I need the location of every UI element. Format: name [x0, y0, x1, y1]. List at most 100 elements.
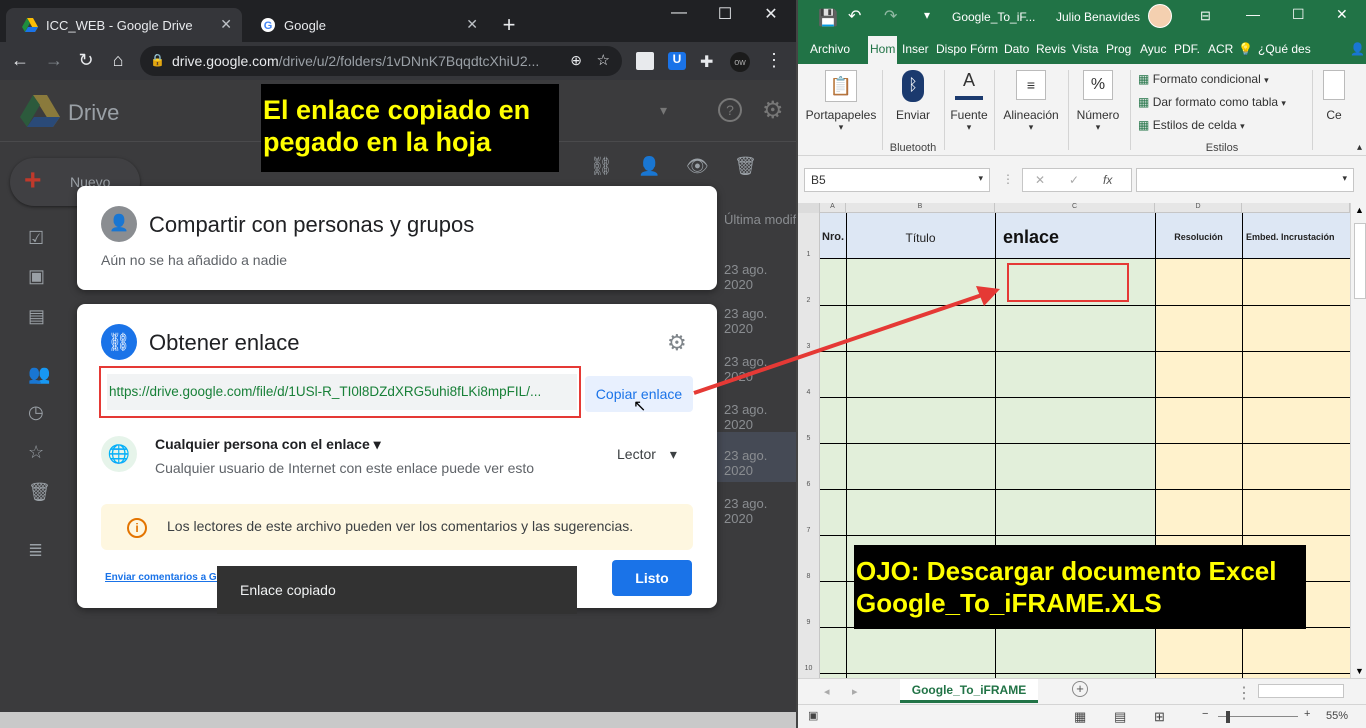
formula-input[interactable]: ▾ — [1136, 168, 1354, 192]
name-box[interactable]: B5 ▾ — [804, 168, 990, 192]
feedback-link[interactable]: Enviar comentarios a Go — [105, 572, 223, 583]
delete-icon[interactable]: 🗑 — [734, 156, 757, 177]
tab-insert[interactable]: Inser — [902, 42, 929, 56]
reader-icon[interactable] — [636, 52, 654, 70]
tab-formulas[interactable]: Fórm — [970, 42, 998, 56]
close-window-button[interactable]: ✕ — [1336, 6, 1348, 23]
row-header[interactable]: 5 — [798, 435, 820, 445]
page-layout-icon[interactable]: ▤ — [1114, 709, 1126, 725]
header-resolucion[interactable]: Resolución — [1155, 232, 1242, 242]
horizontal-scrollbar[interactable] — [0, 712, 796, 728]
bookmark-star-icon[interactable]: ☆ — [597, 51, 610, 69]
add-sheet-icon[interactable]: + — [1072, 681, 1088, 697]
tab-drive[interactable]: ICC_WEB - Google Drive ✕ — [6, 8, 242, 42]
conditional-format-button[interactable]: ▦ Formato condicional ▾ — [1138, 72, 1269, 86]
extensions-puzzle-icon[interactable]: ✚ — [700, 52, 718, 71]
maximize-button[interactable]: ☐ — [702, 4, 748, 24]
clipboard-group[interactable]: 📋 Portapapeles ▾ — [802, 64, 880, 156]
header-enlace[interactable]: enlace — [1003, 227, 1059, 248]
zoom-in-icon[interactable]: + — [1304, 708, 1310, 720]
reload-icon[interactable]: ↻ — [74, 50, 98, 71]
column-header-a[interactable]: A — [820, 203, 846, 213]
row-header[interactable]: 1 — [798, 251, 820, 261]
add-person-icon[interactable]: 👤 — [638, 156, 660, 177]
enter-icon[interactable]: ✓ — [1069, 173, 1079, 187]
close-tab-icon[interactable]: ✕ — [466, 16, 478, 33]
font-group[interactable]: A Fuente ▾ — [946, 64, 992, 156]
zoom-level[interactable]: 55% — [1326, 710, 1348, 722]
tab-layout[interactable]: Dispo — [936, 42, 967, 56]
role-dropdown[interactable]: Lector ▾ — [617, 446, 677, 463]
more-options-icon[interactable]: ⋮ — [1002, 172, 1014, 186]
horizontal-scrollbar[interactable] — [1258, 684, 1344, 698]
close-window-button[interactable]: ✕ — [748, 4, 794, 24]
priority-icon[interactable]: ☑ — [28, 228, 48, 248]
prev-sheet-icon[interactable]: ◂ — [824, 685, 830, 698]
column-header-d[interactable]: D — [1155, 203, 1242, 213]
column-header-c[interactable]: C — [995, 203, 1155, 213]
user-avatar[interactable] — [1148, 4, 1172, 28]
zoom-out-icon[interactable]: − — [1202, 708, 1208, 720]
tell-me-search[interactable]: ¿Qué des — [1258, 42, 1311, 56]
link-icon[interactable]: ⛓ — [590, 156, 613, 177]
page-break-icon[interactable]: ⊞ — [1154, 709, 1165, 725]
column-header-b[interactable]: B — [846, 203, 995, 213]
shared-icon[interactable]: 👥 — [28, 364, 50, 384]
tab-developer[interactable]: Prog — [1106, 42, 1131, 56]
scroll-down-icon[interactable]: ▼ — [1355, 666, 1364, 676]
cells-group[interactable]: Ce — [1314, 64, 1354, 156]
tab-view[interactable]: Vista — [1072, 42, 1098, 56]
recent-icon[interactable]: ◷ — [28, 402, 48, 422]
minimize-button[interactable]: — — [1246, 6, 1260, 22]
undo-icon[interactable]: ↶ — [848, 6, 861, 26]
tab-pdf[interactable]: PDF. — [1174, 42, 1200, 56]
vertical-scrollbar[interactable]: ▲ ▼ — [1350, 203, 1366, 678]
row-header[interactable]: 9 — [798, 619, 820, 629]
row-header[interactable]: 4 — [798, 389, 820, 399]
customize-qat-icon[interactable]: ▾ — [924, 8, 930, 22]
tab-data[interactable]: Dato — [1004, 42, 1029, 56]
more-options-icon[interactable]: ⋮ — [1236, 683, 1252, 703]
row-header[interactable]: 7 — [798, 527, 820, 537]
zoom-slider[interactable] — [1218, 716, 1298, 717]
tab-home[interactable]: Hom — [868, 36, 898, 64]
format-table-button[interactable]: ▦ Dar formato como tabla ▾ — [1138, 95, 1286, 109]
link-url-field[interactable]: https://drive.google.com/file/d/1USl-R_T… — [107, 374, 577, 410]
next-sheet-icon[interactable]: ▸ — [852, 685, 858, 698]
last-modified-header[interactable]: Última modifi — [724, 212, 796, 227]
select-all-corner[interactable] — [798, 203, 820, 213]
column-header-e[interactable] — [1242, 203, 1350, 213]
tab-acrobat[interactable]: ACR — [1208, 42, 1233, 56]
number-group[interactable]: % Número ▾ — [1070, 64, 1126, 156]
row-header[interactable]: 6 — [798, 481, 820, 491]
search-dropdown-icon[interactable]: ▾ — [660, 102, 667, 119]
bluetooth-group[interactable]: ᛒ Enviar Bluetooth — [884, 64, 942, 156]
row-header[interactable]: 3 — [798, 343, 820, 353]
scroll-thumb[interactable] — [1354, 223, 1366, 299]
sheet-tab[interactable]: Google_To_iFRAME — [900, 679, 1038, 703]
collapse-ribbon-icon[interactable]: ▴ — [1357, 142, 1362, 153]
tab-help[interactable]: Ayuc — [1140, 42, 1166, 56]
back-icon[interactable]: ← — [8, 50, 32, 71]
new-tab-button[interactable]: + — [497, 12, 521, 38]
row-header[interactable]: 2 — [798, 297, 820, 307]
row-header[interactable]: 10 — [798, 665, 820, 675]
extension-u-icon[interactable]: U — [668, 52, 686, 70]
zoom-slider-thumb[interactable] — [1226, 711, 1230, 723]
header-titulo[interactable]: Título — [846, 231, 995, 245]
scroll-up-icon[interactable]: ▲ — [1355, 205, 1364, 215]
redo-icon[interactable]: ↷ — [884, 6, 897, 26]
macro-record-icon[interactable]: ▣ — [808, 709, 818, 722]
cancel-icon[interactable]: ✕ — [1035, 173, 1045, 187]
save-icon[interactable]: 💾 — [818, 8, 838, 28]
row-header[interactable]: 8 — [798, 573, 820, 583]
address-bar[interactable]: 🔒 drive.google.com/drive/u/2/folders/1vD… — [140, 46, 622, 76]
starred-icon[interactable]: ☆ — [28, 442, 48, 462]
tab-archivo[interactable]: Archivo — [810, 42, 850, 56]
maximize-button[interactable]: ☐ — [1292, 6, 1305, 23]
ribbon-display-icon[interactable]: ⊟ — [1200, 8, 1211, 24]
insert-function-icon[interactable]: fx — [1103, 173, 1112, 187]
trash-icon[interactable]: 🗑 — [28, 482, 51, 502]
access-dropdown[interactable]: Cualquier persona con el enlace ▾ — [155, 436, 381, 453]
alignment-group[interactable]: ≡ Alineación ▾ — [996, 64, 1066, 156]
